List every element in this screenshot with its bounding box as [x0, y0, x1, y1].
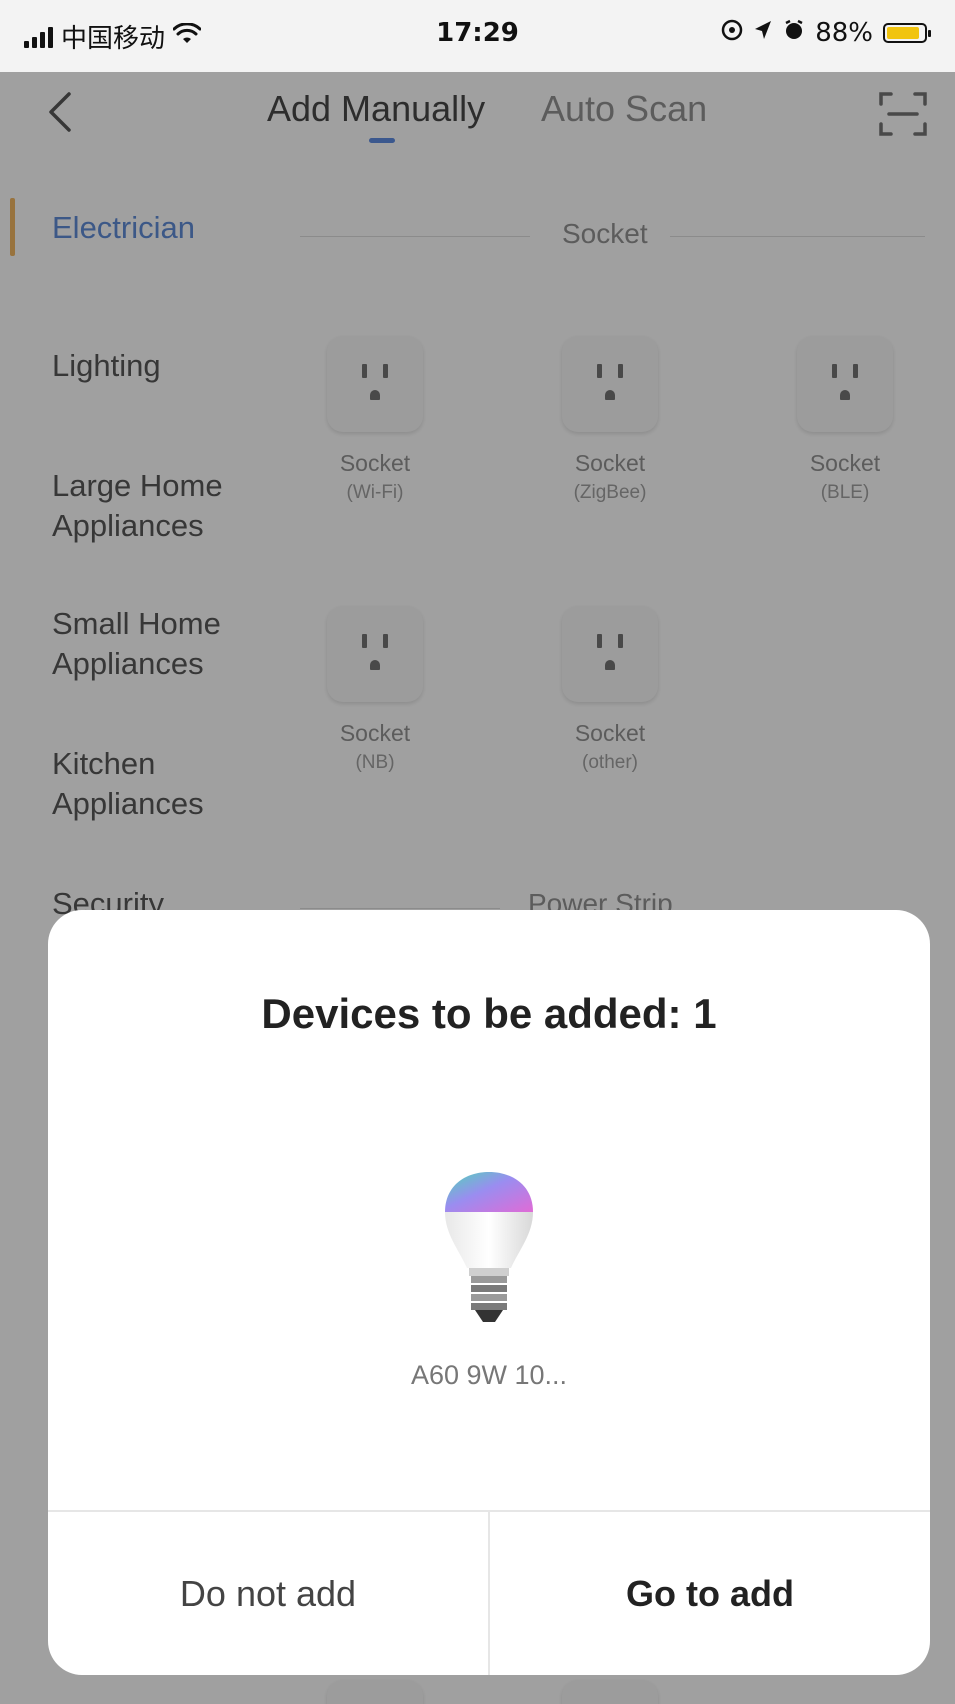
- battery-icon: [883, 23, 931, 43]
- light-bulb-icon: [431, 1150, 547, 1340]
- add-device-dialog: Devices to be added: 1 A60 9W 10... Do n…: [48, 910, 930, 1675]
- status-right: 88%: [721, 18, 931, 48]
- screen: 中国移动 17:29 88% Add Manually Auto Scan El…: [0, 0, 955, 1704]
- location-lock-icon: [721, 18, 743, 48]
- alarm-icon: [783, 18, 805, 48]
- battery-percent: 88%: [815, 18, 873, 48]
- found-device-name: A60 9W 10...: [410, 1360, 568, 1390]
- go-to-add-button[interactable]: Go to add: [490, 1512, 930, 1675]
- battery-fill: [887, 27, 919, 39]
- do-not-add-button[interactable]: Do not add: [48, 1512, 488, 1675]
- location-arrow-icon: [753, 18, 773, 48]
- status-bar: 中国移动 17:29 88%: [0, 0, 955, 72]
- dialog-title: Devices to be added: 1: [261, 990, 717, 1037]
